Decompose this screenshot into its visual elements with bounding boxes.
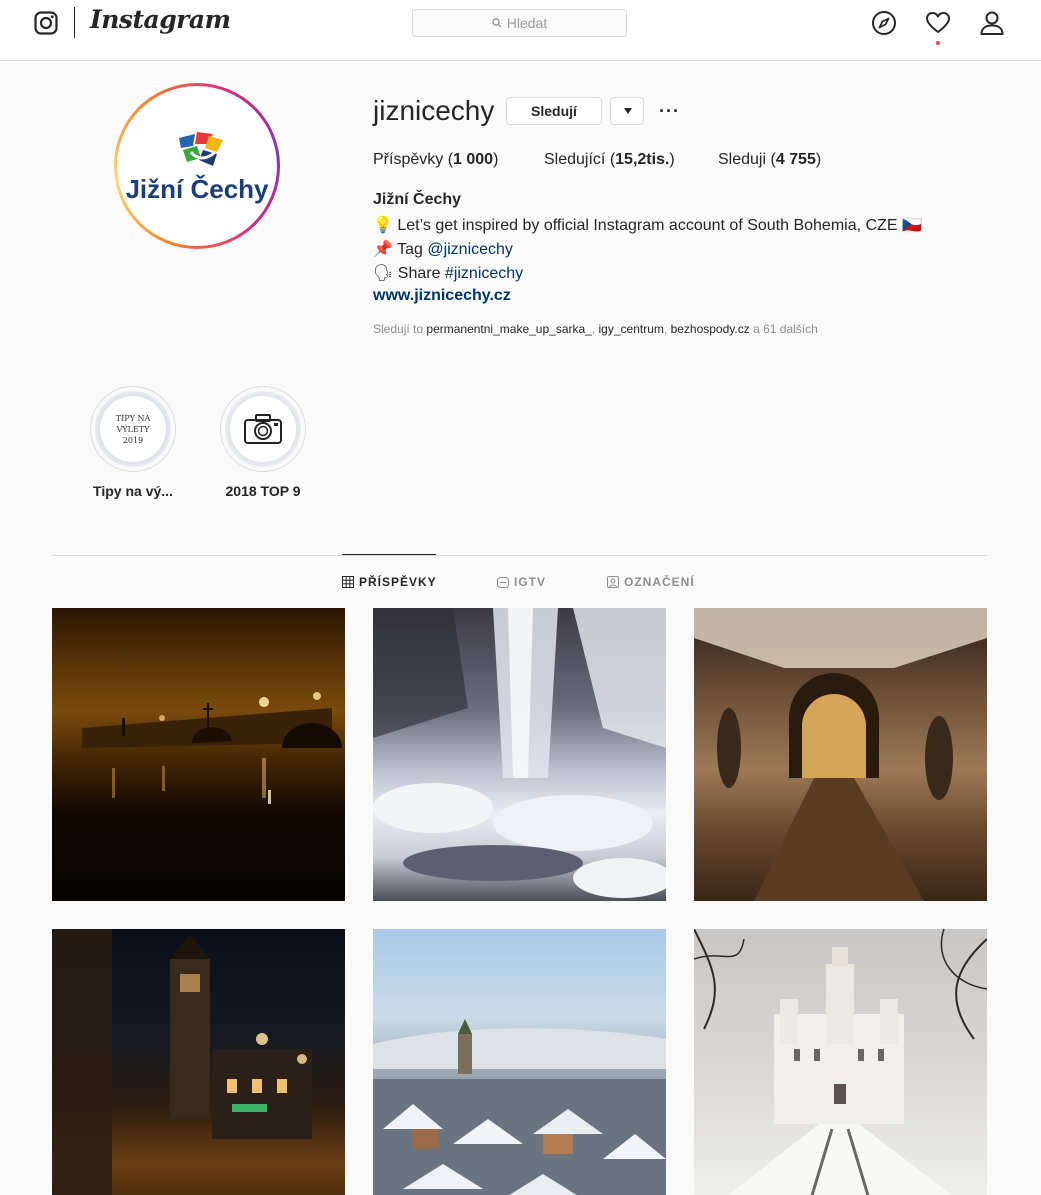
tab-igtv[interactable]: IGTV [497,575,546,589]
bulb-icon: 💡 [373,217,393,234]
bio-line-1: 💡 Let’s get inspired by official Instagr… [373,217,922,234]
followed-by[interactable]: Sledují to permanentni_make_up_sarka_, i… [373,322,818,336]
posts-count-value: 1 000 [453,151,494,168]
avatar-text: Jižní Čechy [125,174,269,204]
post-thumbnail[interactable] [694,608,987,901]
bio-website-link[interactable]: www.jiznicechy.cz [373,287,511,305]
nav-divider [74,7,75,38]
post-thumbnail[interactable] [52,929,345,1195]
tab-tagged-label: OZNAČENÍ [624,575,695,589]
story-highlight[interactable]: TIPY NA VÝLETY 2019 Tipy na vý... [90,386,176,499]
post-thumbnail[interactable] [694,929,987,1195]
heart-icon[interactable] [925,10,951,36]
post-thumbnail[interactable] [373,608,666,901]
grid-icon [342,576,354,588]
jizni-cechy-logo-icon [179,132,223,166]
followed-by-user[interactable]: igy_centrum [599,322,664,336]
search-icon [492,18,502,28]
top-navbar: Instagram Hledat [0,0,1041,61]
bio-line-2: 📌 Tag @jiznicechy [373,241,513,258]
instagram-icon[interactable] [34,11,58,35]
following-count[interactable]: Sleduji (4 755) [718,151,821,169]
search-input[interactable]: Hledat [412,9,627,37]
bio-name: Jižní Čechy [373,191,462,208]
story-highlight[interactable]: 2018 TOP 9 [220,386,306,499]
highlight-label: Tipy na vý... [93,483,173,499]
compass-icon[interactable] [871,10,897,36]
profile-avatar[interactable]: Jižní Čechy [114,83,280,249]
avatar-logo: Jižní Čechy [121,90,273,242]
camera-icon [244,414,282,444]
tab-posts[interactable]: PŘÍSPĚVKY [342,575,437,589]
user-icon[interactable] [979,10,1005,36]
mention-link[interactable]: @jiznicechy [427,241,513,258]
speaking-head-icon: 🗣 [373,265,394,282]
search-placeholder: Hledat [506,15,548,31]
post-thumbnail[interactable] [52,608,345,901]
posts-count: Příspěvky (1 000) [373,151,499,168]
highlight-cover-text: TIPY NA VÝLETY 2019 [115,413,151,445]
bio-line-3: 🗣 Share #jiznicechy [373,265,524,282]
highlight-label: 2018 TOP 9 [225,483,301,499]
hashtag-link[interactable]: #jiznicechy [445,265,523,282]
profile-username: jiznicechy [373,95,495,126]
post-thumbnail[interactable] [373,929,666,1195]
following-count-value: 4 755 [775,151,816,168]
more-options-button[interactable]: ··· [659,101,680,122]
igtv-icon [497,577,509,588]
tabs-divider [52,555,987,556]
czech-flag-icon: 🇨🇿 [901,217,922,234]
followers-count[interactable]: Sledující (15,2tis.) [544,151,675,169]
followed-by-user[interactable]: bezhospody.cz [671,322,750,336]
tab-igtv-label: IGTV [514,575,547,589]
followers-count-value: 15,2tis. [615,151,670,168]
followed-by-user[interactable]: permanentni_make_up_sarka_ [426,322,591,336]
pin-icon: 📌 [373,241,393,258]
active-tab-indicator [342,554,436,555]
tagged-icon [607,576,619,588]
notification-dot [936,41,940,45]
following-button[interactable]: Sledují [506,97,602,125]
tab-posts-label: PŘÍSPĚVKY [359,575,437,589]
instagram-wordmark[interactable]: Instagram [90,5,231,34]
tab-tagged[interactable]: OZNAČENÍ [607,575,695,589]
suggestions-dropdown-button[interactable] [610,97,644,125]
